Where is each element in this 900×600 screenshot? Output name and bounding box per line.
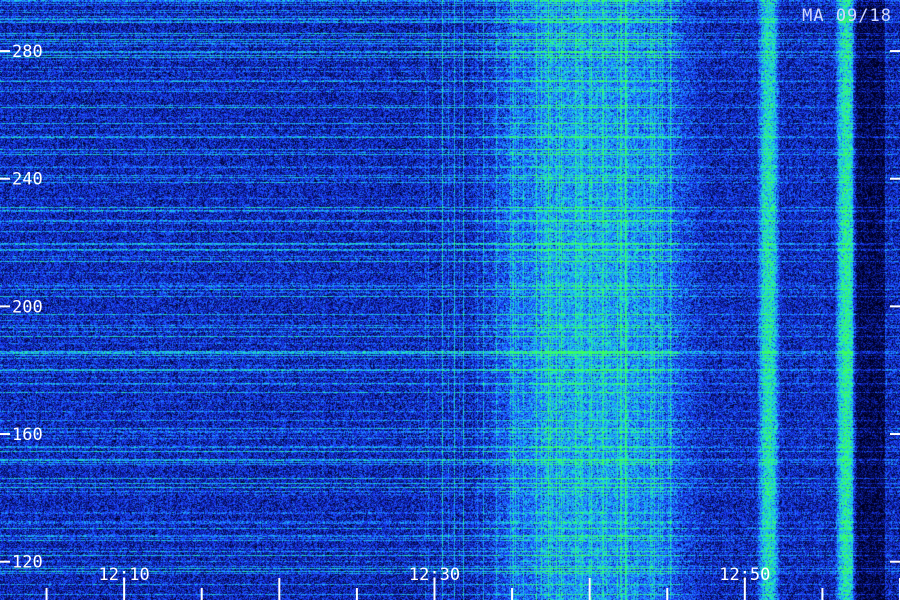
y-tick-label: 160 — [12, 425, 43, 445]
y-tick-label: 200 — [12, 297, 43, 317]
x-tick-label: 12:50 — [719, 565, 770, 585]
y-tick-label: 120 — [12, 553, 43, 573]
y-tick-label: 240 — [12, 170, 43, 190]
x-tick-label: 12:30 — [409, 565, 460, 585]
chart-axes: 120 160 200 240 280 12:10 12:30 12:50 — [0, 42, 900, 600]
y-axis: 120 160 200 240 280 — [0, 42, 900, 573]
y-tick-label: 280 — [12, 42, 43, 62]
station-date-stamp: MA 09/18 — [802, 6, 892, 26]
x-tick-label: 12:10 — [99, 565, 150, 585]
x-axis: 12:10 12:30 12:50 — [45, 565, 900, 600]
